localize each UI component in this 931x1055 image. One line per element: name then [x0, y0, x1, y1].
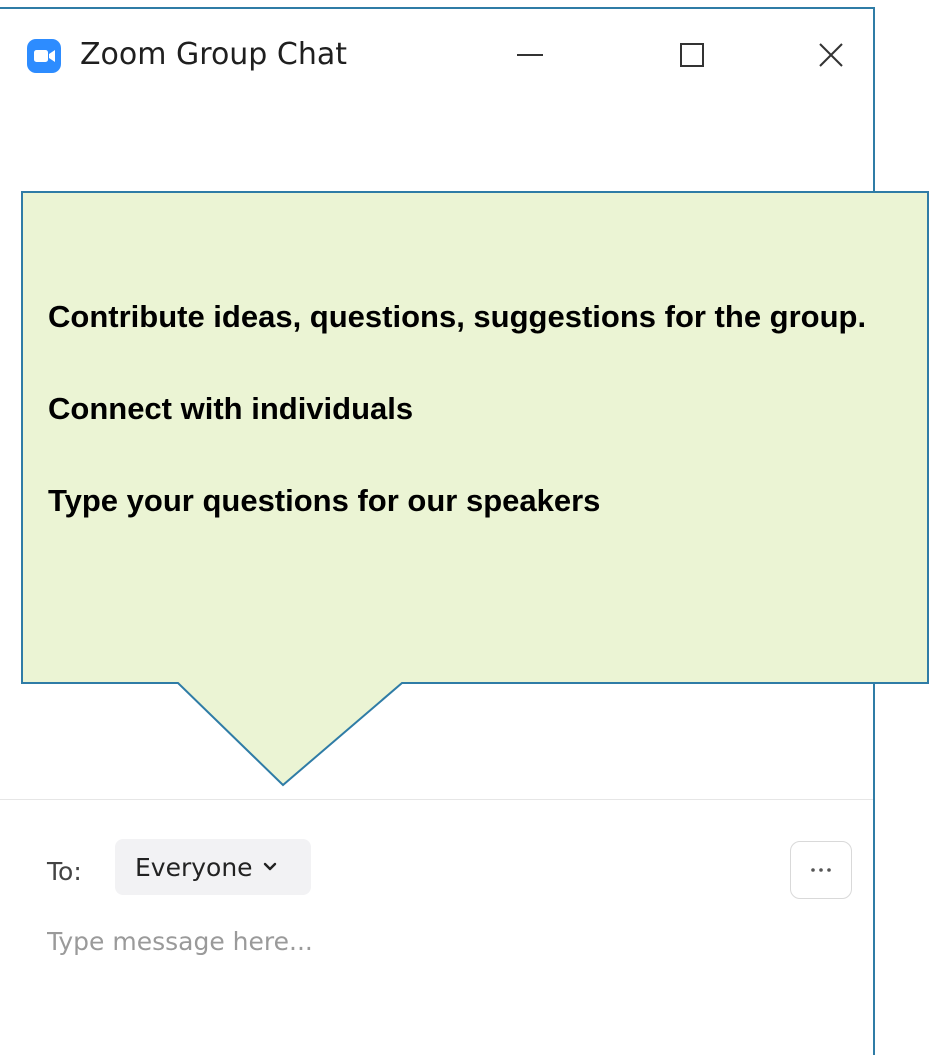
maximize-icon [680, 43, 704, 67]
callout-line-connect: Connect with individuals [48, 391, 414, 426]
message-area-divider [0, 799, 873, 800]
message-input[interactable] [47, 927, 847, 1037]
callout-line-questions: Type your questions for our speakers [48, 483, 601, 518]
minimize-icon [517, 54, 543, 56]
close-icon [819, 43, 843, 67]
recipient-label: Everyone [135, 852, 253, 882]
chevron-down-icon [263, 862, 276, 871]
recipient-dropdown[interactable]: Everyone [115, 839, 311, 895]
ellipsis-icon [811, 868, 831, 872]
to-label: To: [47, 857, 82, 886]
title-bar: Zoom Group Chat [0, 9, 873, 99]
more-options-button[interactable] [790, 841, 852, 899]
minimize-button[interactable] [502, 31, 558, 79]
zoom-app-icon [27, 39, 61, 73]
maximize-button[interactable] [664, 31, 720, 79]
window-title: Zoom Group Chat [80, 37, 347, 72]
close-button[interactable] [803, 31, 859, 79]
callout-text: Contribute ideas, questions, suggestions… [48, 294, 908, 570]
callout-line-contribute: Contribute ideas, questions, suggestions… [48, 299, 867, 334]
